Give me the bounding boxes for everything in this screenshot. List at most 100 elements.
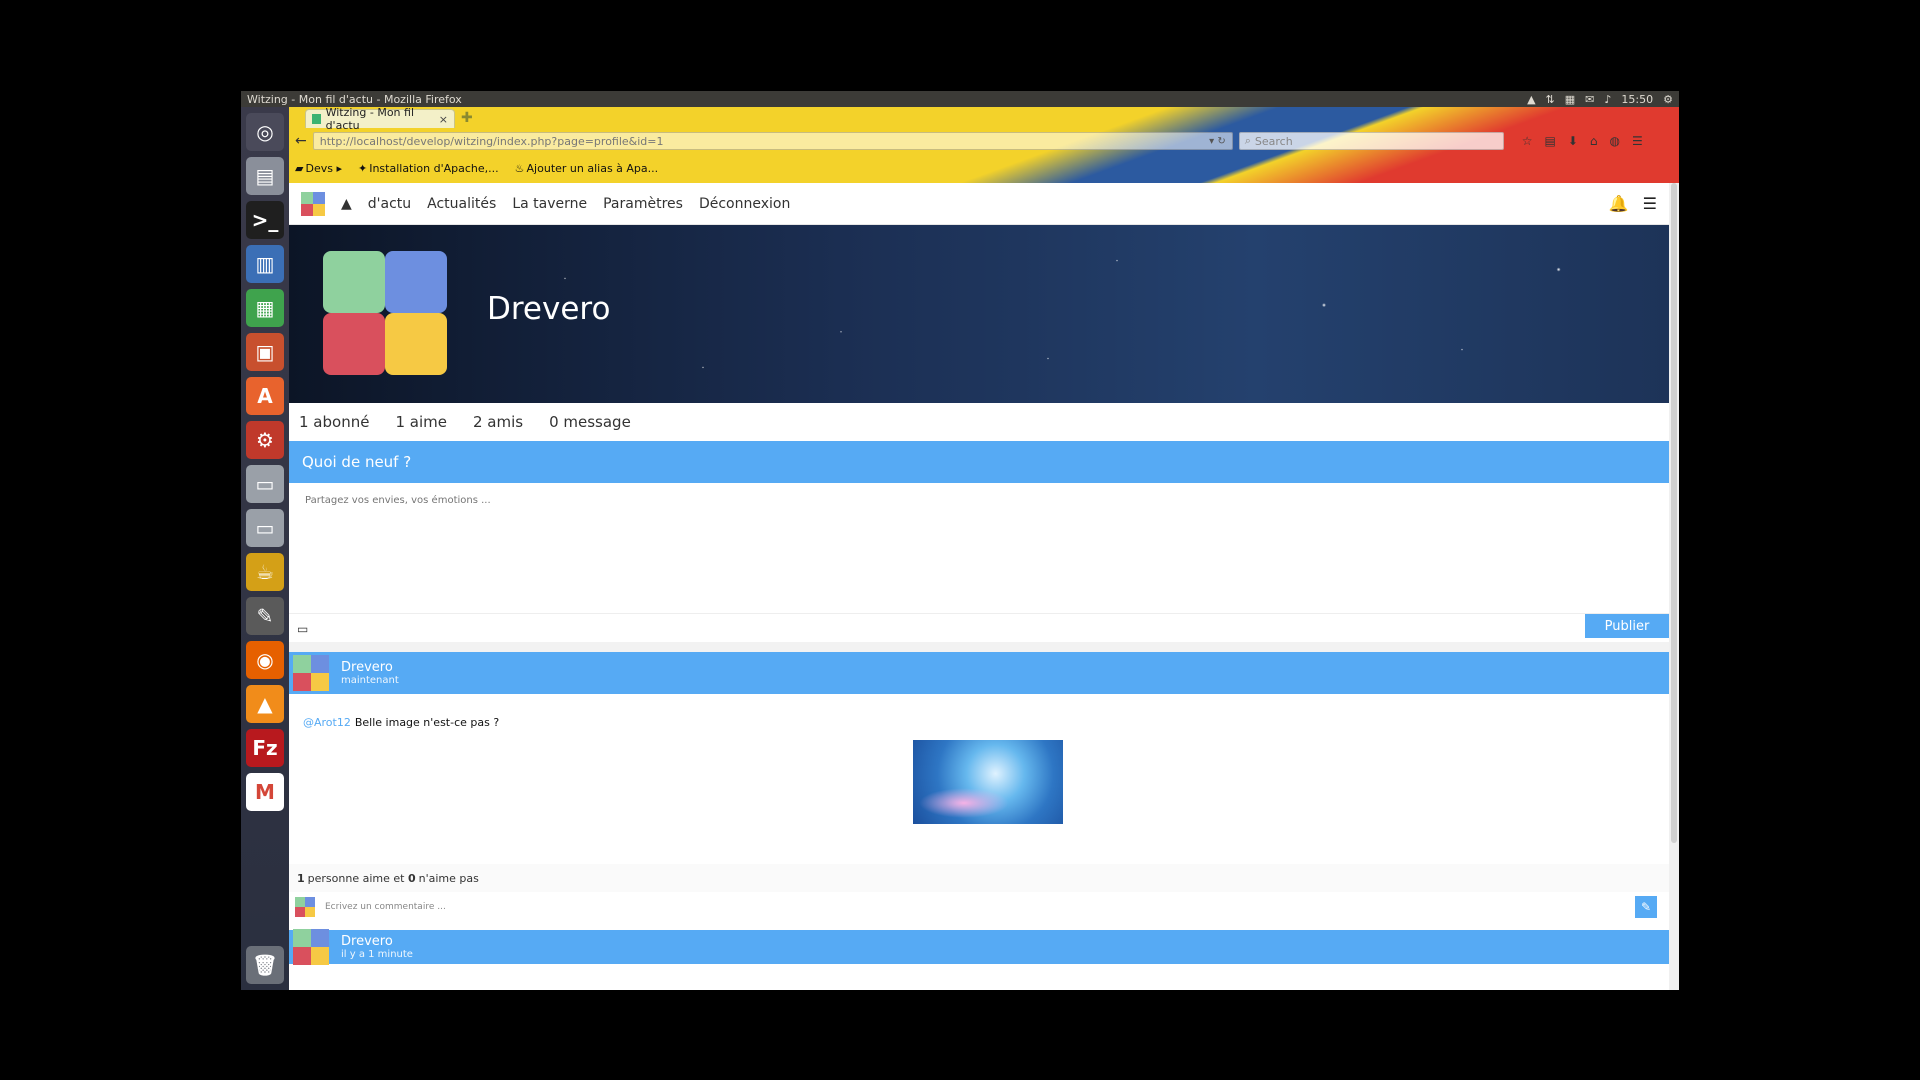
likes-text: personne aime et bbox=[307, 871, 405, 885]
comment-row: Ecrivez un commentaire ... ✎ bbox=[289, 892, 1669, 922]
site-nav: ▲ d'actu Actualités La taverne Paramètre… bbox=[289, 183, 1669, 225]
likes-row: 1 personne aime et 0 n'aime pas bbox=[289, 864, 1669, 892]
composer-title: Quoi de neuf ? bbox=[289, 441, 1669, 483]
browser-tab[interactable]: Witzing - Mon fil d'actu × bbox=[305, 107, 455, 132]
composer-actions: ▭ Publier bbox=[289, 614, 1669, 642]
composer-area bbox=[289, 483, 1669, 614]
comment-input[interactable]: Ecrivez un commentaire ... bbox=[325, 902, 446, 912]
nav-news[interactable]: Actualités bbox=[427, 196, 496, 212]
settings-gear-icon[interactable]: ⚙ bbox=[1663, 93, 1673, 106]
folder-icon: ▰ bbox=[295, 161, 304, 175]
trash-icon[interactable]: 🗑 bbox=[246, 946, 284, 984]
network-icon[interactable]: ⇅ bbox=[1546, 93, 1555, 106]
window-title: Witzing - Mon fil d'actu - Mozilla Firef… bbox=[247, 92, 462, 106]
nav-feed[interactable]: d'actu bbox=[368, 196, 411, 212]
ubuntu-forum-icon: ♨ bbox=[514, 161, 525, 175]
apache-feather-icon: ✦ bbox=[357, 161, 368, 175]
url-bar[interactable]: http://localhost/develop/witzing/index.p… bbox=[312, 132, 1233, 150]
nav-tavern[interactable]: La taverne bbox=[512, 196, 587, 212]
downloads-icon[interactable]: ⬇ bbox=[1568, 134, 1578, 148]
firefox-browser: Witzing - Mon fil d'actu × ✚ ← http://lo… bbox=[289, 107, 1679, 990]
composer-input[interactable] bbox=[303, 493, 1647, 607]
home-caret-icon[interactable]: ▲ bbox=[341, 196, 352, 212]
back-arrow-icon[interactable]: ← bbox=[295, 133, 307, 149]
software-center-icon[interactable]: A bbox=[246, 377, 284, 415]
post-author-second[interactable]: Drevero bbox=[341, 934, 413, 949]
files-icon[interactable]: ▤ bbox=[246, 157, 284, 195]
navigation-toolbar: ← http://localhost/develop/witzing/index… bbox=[289, 129, 1679, 153]
profile-logo-icon bbox=[323, 251, 449, 377]
firefox-icon[interactable]: ◉ bbox=[246, 641, 284, 679]
bookmark-devs[interactable]: ▰ Devs ▸ bbox=[295, 162, 342, 175]
calc-icon[interactable]: ▦ bbox=[246, 289, 284, 327]
system-tray: ▲ ⇅ ▦ ✉ ♪ 15:50 ⚙ bbox=[1527, 93, 1673, 106]
stat-subscribers[interactable]: 1 abonné bbox=[299, 413, 369, 431]
witzing-page: ▲ d'actu Actualités La taverne Paramètre… bbox=[289, 183, 1669, 990]
nav-settings[interactable]: Paramètres bbox=[603, 196, 683, 212]
filezilla-icon[interactable]: Fz bbox=[246, 729, 284, 767]
gmail-icon[interactable]: M bbox=[246, 773, 284, 811]
profile-name: Drevero bbox=[487, 291, 611, 327]
dislikes-text: n'aime pas bbox=[418, 871, 479, 885]
gimp-icon[interactable]: ✎ bbox=[246, 597, 284, 635]
drive-icon-2[interactable]: ▭ bbox=[246, 509, 284, 547]
post-body: @Arot12 Belle image n'est-ce pas ? bbox=[289, 694, 1669, 864]
search-icon: ⌕ bbox=[1244, 134, 1251, 147]
kettle-icon[interactable]: ☕ bbox=[246, 553, 284, 591]
impress-icon[interactable]: ▣ bbox=[246, 333, 284, 371]
post-header: Drevero maintenant bbox=[289, 652, 1669, 694]
bookmark-alias[interactable]: ♨ Ajouter un alias à Apa... bbox=[515, 162, 659, 175]
dash-home-icon[interactable]: ◎ bbox=[246, 113, 284, 151]
clock[interactable]: 15:50 bbox=[1621, 93, 1653, 106]
stat-likes[interactable]: 1 aime bbox=[395, 413, 447, 431]
post-message: Belle image n'est-ce pas ? bbox=[354, 716, 500, 729]
reload-icon[interactable]: ▾ ↻ bbox=[1209, 136, 1226, 147]
send-comment-pencil-icon[interactable]: ✎ bbox=[1635, 896, 1657, 918]
camera-icon[interactable]: ▭ bbox=[297, 622, 308, 636]
mail-icon[interactable]: ✉ bbox=[1585, 93, 1594, 106]
profile-banner: Drevero bbox=[289, 225, 1669, 403]
bookmark-apache[interactable]: ✦ Installation d'Apache,... bbox=[358, 162, 499, 175]
notification-bell-icon[interactable]: 🔔 bbox=[1609, 194, 1629, 213]
drive-icon[interactable]: ▭ bbox=[246, 465, 284, 503]
writer-icon[interactable]: ▥ bbox=[246, 245, 284, 283]
commenter-avatar bbox=[295, 897, 315, 917]
author-avatar-second[interactable] bbox=[293, 929, 329, 965]
bookmarks-menu-icon[interactable]: ▤ bbox=[1545, 134, 1556, 148]
tab-favicon-icon bbox=[312, 114, 321, 124]
ubuntu-top-bar: Witzing - Mon fil d'actu - Mozilla Firef… bbox=[241, 91, 1679, 107]
volume-icon[interactable]: ♪ bbox=[1604, 93, 1611, 106]
keyboard-icon[interactable]: ▦ bbox=[1565, 93, 1575, 106]
home-icon[interactable]: ⌂ bbox=[1590, 134, 1598, 148]
desktop-window: Witzing - Mon fil d'actu - Mozilla Firef… bbox=[241, 91, 1679, 990]
stat-friends[interactable]: 2 amis bbox=[473, 413, 523, 431]
post-mention[interactable]: @Arot12 bbox=[303, 716, 351, 729]
list-menu-icon[interactable]: ☰ bbox=[1643, 194, 1657, 213]
profile-stats: 1 abonné 1 aime 2 amis 0 message bbox=[289, 403, 1669, 441]
terminal-icon[interactable]: >_ bbox=[246, 201, 284, 239]
menu-icon[interactable]: ☰ bbox=[1632, 134, 1643, 148]
scroll-thumb[interactable] bbox=[1671, 183, 1677, 843]
author-avatar[interactable] bbox=[293, 655, 329, 691]
nav-right-icons: 🔔 ☰ bbox=[1609, 194, 1657, 213]
vlc-icon[interactable]: ▲ bbox=[246, 685, 284, 723]
vlc-tray-icon[interactable]: ▲ bbox=[1527, 93, 1535, 106]
site-logo-icon[interactable] bbox=[301, 191, 325, 216]
post-header-second: Drevero il y a 1 minute bbox=[289, 929, 1669, 965]
post-author[interactable]: Drevero bbox=[341, 660, 399, 675]
stat-messages[interactable]: 0 message bbox=[549, 413, 631, 431]
page-scrollbar[interactable] bbox=[1669, 183, 1679, 990]
system-settings-icon[interactable]: ⚙ bbox=[246, 421, 284, 459]
post-image[interactable] bbox=[913, 740, 1063, 824]
search-bar[interactable]: ⌕ Search bbox=[1238, 132, 1504, 150]
bookmarks-toolbar: ▰ Devs ▸ ✦ Installation d'Apache,... ♨ Ajou… bbox=[289, 157, 1679, 179]
close-tab-icon[interactable]: × bbox=[439, 113, 448, 126]
bookmark-star-icon[interactable]: ☆ bbox=[1522, 134, 1533, 148]
post-time-second: il y a 1 minute bbox=[341, 949, 413, 960]
publish-button[interactable]: Publier bbox=[1585, 614, 1669, 638]
new-tab-icon[interactable]: ✚ bbox=[461, 110, 473, 126]
nav-logout[interactable]: Déconnexion bbox=[699, 196, 790, 212]
ubuntu-launcher: ◎ ▤ >_ ▥ ▦ ▣ A ⚙ ▭ ▭ ☕ ✎ ◉ ▲ Fz M 🗑 bbox=[241, 107, 289, 990]
likes-count: 1 bbox=[297, 871, 305, 885]
addon-icon[interactable]: ◍ bbox=[1610, 134, 1620, 148]
